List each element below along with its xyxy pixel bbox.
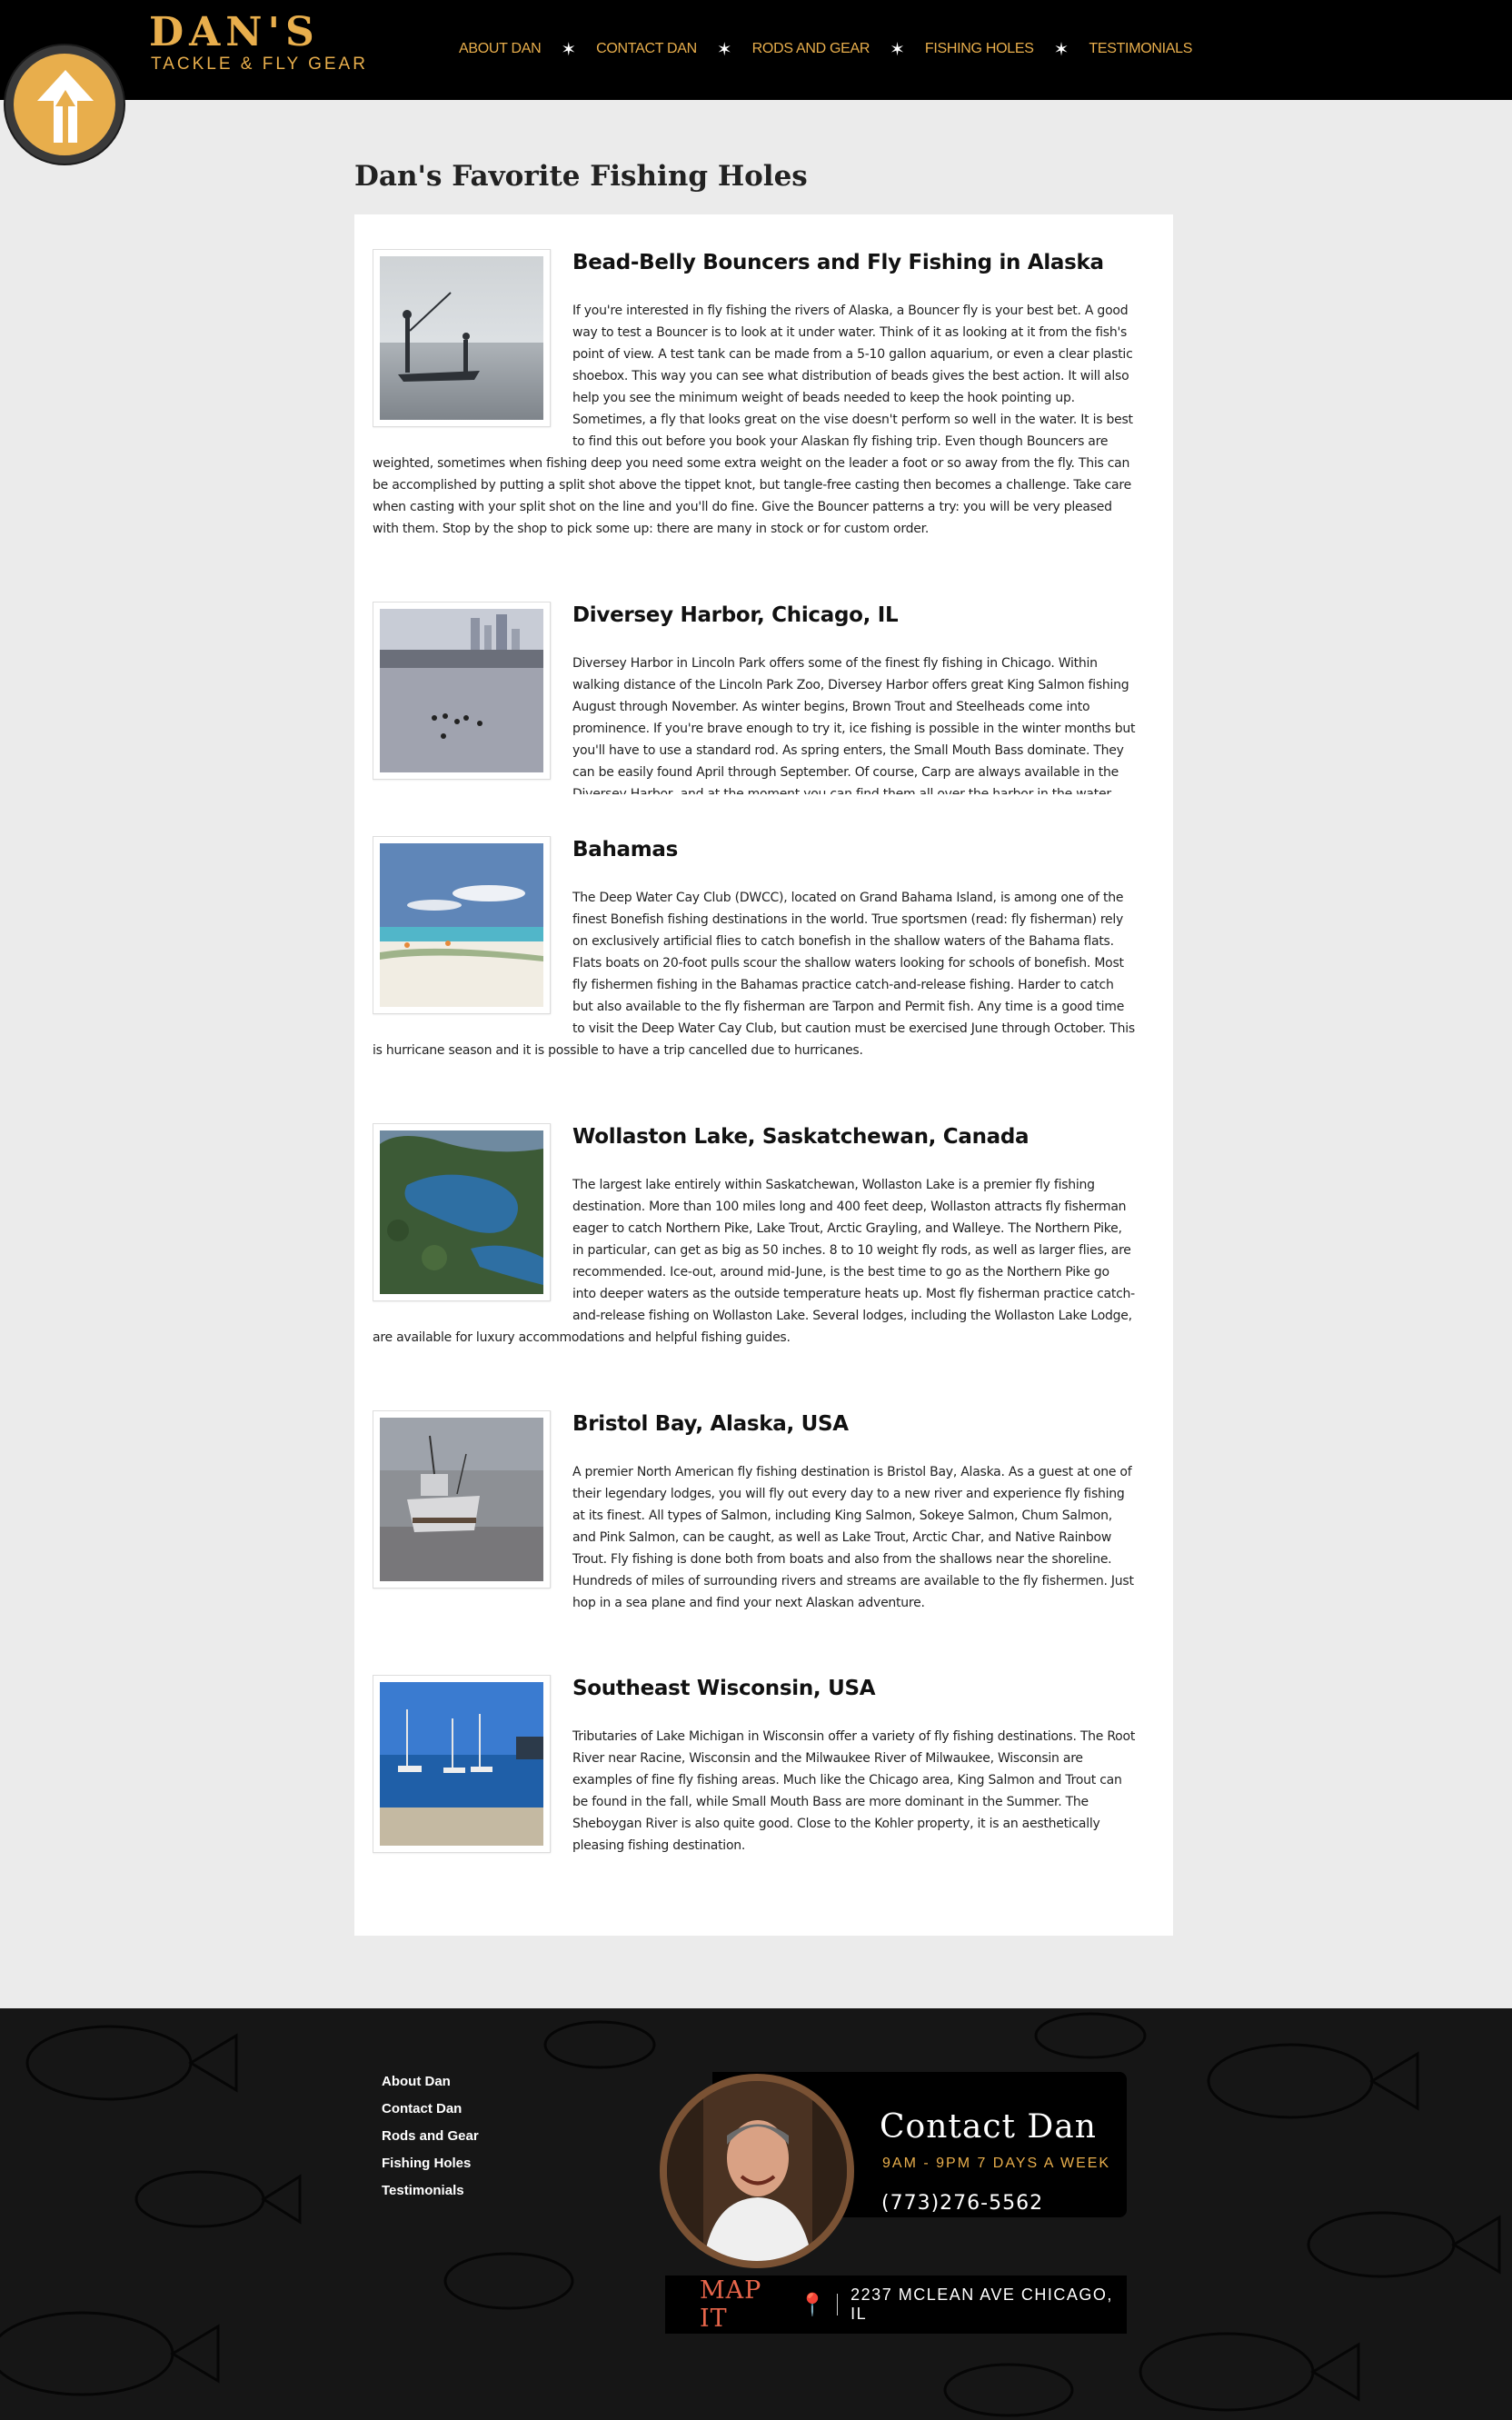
fishing-holes-list: Bead-Belly Bouncers and Fly Fishing in A… [354,214,1173,1936]
contact-title: Contact Dan [880,2108,1097,2146]
star-separator-icon: ✶ [716,38,732,60]
main-nav: ABOUT DAN ✶ CONTACT DAN ✶ RODS AND GEAR … [459,38,1192,60]
logo-title[interactable]: DAN'S [149,13,320,53]
list-item: Bahamas The Deep Water Cay Club (DWCC), … [373,836,1136,1061]
divider [837,2294,839,2315]
fishing-boat-photo [373,1410,551,1588]
star-separator-icon: ✶ [890,38,905,60]
list-item: Bead-Belly Bouncers and Fly Fishing in A… [373,249,1136,540]
list-item: Wollaston Lake, Saskatchewan, Canada The… [373,1123,1136,1349]
nav-contact-dan[interactable]: CONTACT DAN [596,41,697,57]
logo-emblem[interactable] [5,45,124,164]
footer-link-testimonials[interactable]: Testimonials [382,2177,479,2205]
avatar [660,2074,854,2268]
harbor-ducks-photo [373,602,551,780]
map-it-bar[interactable]: MAP IT 📍 2237 MCLEAN AVE CHICAGO, IL [665,2276,1127,2334]
list-item: Diversey Harbor, Chicago, IL Diversey Ha… [373,602,1136,794]
address-text: 2237 MCLEAN AVE CHICAGO, IL [850,2286,1113,2323]
boat-fishermen-photo [373,249,551,427]
contact-hours: 9AM - 9PM 7 DAYS A WEEK [882,2156,1111,2171]
lake-aerial-photo [373,1123,551,1301]
footer-nav: About Dan Contact Dan Rods and Gear Fish… [382,2068,479,2205]
beach-photo [373,836,551,1014]
dan-portrait-image [667,2081,847,2261]
map-it-link[interactable]: MAP IT [700,2276,795,2333]
page-title: Dan's Favorite Fishing Holes [354,160,808,193]
tree-logo-icon [37,70,94,143]
boat-fishermen-image [380,256,543,420]
footer-link-about-dan[interactable]: About Dan [382,2068,479,2096]
star-separator-icon: ✶ [1053,38,1069,60]
beach-image [380,843,543,1007]
star-separator-icon: ✶ [561,38,577,60]
map-pin-icon: 📍 [799,2292,827,2317]
footer-link-contact-dan[interactable]: Contact Dan [382,2096,479,2123]
footer-link-fishing-holes[interactable]: Fishing Holes [382,2150,479,2177]
nav-fishing-holes[interactable]: FISHING HOLES [925,41,1034,57]
nav-about-dan[interactable]: ABOUT DAN [459,41,542,57]
marina-image [380,1682,543,1846]
fishing-boat-image [380,1418,543,1581]
marina-photo [373,1675,551,1853]
contact-phone[interactable]: (773)276-5562 [881,2192,1043,2215]
logo-subtitle[interactable]: TACKLE & FLY GEAR [151,55,368,75]
site-footer: About Dan Contact Dan Rods and Gear Fish… [0,2008,1512,2420]
harbor-ducks-image [380,609,543,772]
list-item: Bristol Bay, Alaska, USA A premier North… [373,1410,1136,1614]
nav-testimonials[interactable]: TESTIMONIALS [1089,41,1192,57]
lake-aerial-image [380,1130,543,1294]
nav-rods-and-gear[interactable]: RODS AND GEAR [752,41,870,57]
list-item: Southeast Wisconsin, USA Tributaries of … [373,1675,1136,1858]
site-header: DAN'S TACKLE & FLY GEAR ABOUT DAN ✶ CONT… [0,0,1512,100]
footer-link-rods-and-gear[interactable]: Rods and Gear [382,2123,479,2150]
